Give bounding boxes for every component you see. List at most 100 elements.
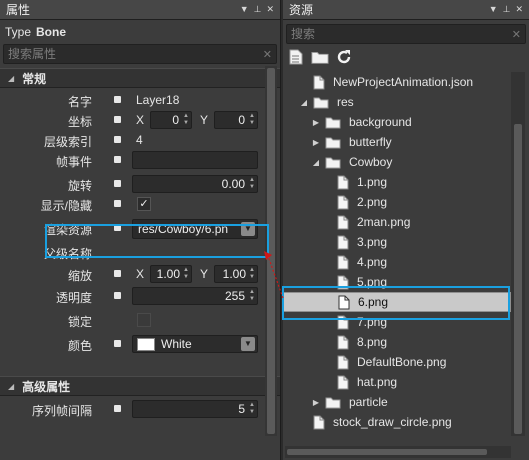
keyframe-icon[interactable] [114,116,121,123]
tree-folder-item[interactable]: ◢ Cowboy [283,152,511,172]
prop-frame-interval-label: 序列帧间隔 [31,404,92,418]
new-folder-icon[interactable] [311,48,329,66]
tree-file-item[interactable]: 2.png [283,192,511,212]
resources-search-input[interactable] [291,27,512,41]
chevron-down-icon[interactable]: ▼ [241,222,255,236]
collapsed-arrow-icon[interactable]: ▶ [311,398,321,407]
section-advanced-header[interactable]: ◢ 高级属性 [0,376,280,396]
visible-checkbox[interactable]: ✓ [137,197,151,211]
spinner-icon[interactable]: ▲ ▼ [183,267,189,281]
rotation-value: 0.00 [221,177,245,191]
keyframe-icon[interactable] [114,405,121,412]
keyframe-icon[interactable] [114,156,121,163]
chevron-down-icon[interactable]: ▼ [241,337,255,351]
spinner-icon[interactable]: ▲ ▼ [249,267,255,281]
tree-file-item[interactable]: DefaultBone.png [283,352,511,372]
dropdown-arrow-icon[interactable]: ▼ [489,4,498,15]
resources-scrollbar[interactable] [511,72,525,436]
collapsed-arrow-icon[interactable]: ▶ [311,118,321,127]
color-select[interactable]: White ▼ [132,335,258,353]
refresh-icon[interactable] [335,48,353,66]
position-y-field[interactable]: 0 ▲ ▼ [214,111,258,129]
tree-file-item[interactable]: 1.png [283,172,511,192]
tree-file-item[interactable]: 8.png [283,332,511,352]
expanded-arrow-icon[interactable]: ◢ [311,158,321,167]
properties-search[interactable]: ✕ [3,44,277,64]
prop-layer-index-value: 4 [136,133,143,147]
tree-file-item[interactable]: 7.png [283,312,511,332]
tree-file-item[interactable]: 2man.png [283,212,511,232]
keyframe-icon[interactable] [114,180,121,187]
collapse-arrow-icon[interactable]: ◢ [8,382,14,391]
expanded-arrow-icon[interactable]: ◢ [299,98,309,107]
tree-file-item[interactable]: NewProjectAnimation.json [283,72,511,92]
resources-scrollbar-thumb[interactable] [514,124,522,434]
spinner-icon[interactable]: ▲ ▼ [249,113,255,127]
rotation-field[interactable]: 0.00 ▲ ▼ [132,175,258,193]
clear-search-icon[interactable]: ✕ [263,48,272,61]
tree-item-label: Cowboy [349,155,393,169]
keyframe-icon[interactable] [114,224,121,231]
prop-render-resource: 渲染资源 res/Cowboy/6.pn ▼ [0,218,264,239]
properties-search-input[interactable] [8,47,263,61]
section-general-header[interactable]: ◢ 常规 [0,68,280,88]
spinner-icon[interactable]: ▲ ▼ [249,289,255,303]
type-row: Type Bone [0,20,280,44]
resources-hscrollbar-thumb[interactable] [287,449,487,455]
tree-file-item[interactable]: stock_draw_circle.png [283,412,511,432]
prop-position: 坐标 X 0 ▲ ▼ Y 0 ▲ ▼ [0,110,264,130]
pin-icon[interactable]: ⊥ [254,4,262,15]
frame-interval-field[interactable]: 5 ▲ ▼ [132,400,258,418]
scale-y-axis: Y [200,267,209,281]
collapsed-arrow-icon[interactable]: ▶ [311,138,321,147]
spinner-icon[interactable]: ▲ ▼ [183,113,189,127]
tree-file-item[interactable]: hat.png [283,372,511,392]
prop-lock-label: 锁定 [67,315,92,329]
tree-folder-item[interactable]: ▶ particle [283,392,511,412]
prop-parent-label: 父级名称 [43,247,92,261]
pin-icon[interactable]: ⊥ [503,4,511,15]
scale-y-field[interactable]: 1.00 ▲ ▼ [214,265,258,283]
position-x-field[interactable]: 0 ▲ ▼ [150,111,192,129]
tree-file-item[interactable]: 5.png [283,272,511,292]
dropdown-arrow-icon[interactable]: ▼ [240,4,249,15]
tree-item-label: 2man.png [357,215,411,229]
clear-search-icon[interactable]: ✕ [512,28,521,41]
prop-render-resource-label: 渲染资源 [43,223,92,237]
scale-x-field[interactable]: 1.00 ▲ ▼ [150,265,192,283]
keyframe-icon[interactable] [114,200,121,207]
file-icon [337,215,349,230]
tree-item-label: background [349,115,412,129]
tree-file-item[interactable]: 6.png [283,292,511,312]
resources-hscrollbar[interactable] [285,446,511,458]
tree-item-label: 3.png [357,235,388,249]
spinner-icon[interactable]: ▲ ▼ [249,402,255,416]
opacity-field[interactable]: 255 ▲ ▼ [132,287,258,305]
keyframe-icon[interactable] [114,136,121,143]
prop-rotation-label: 旋转 [67,179,92,193]
type-label: Type [5,25,32,39]
tree-file-item[interactable]: 3.png [283,232,511,252]
resources-search[interactable]: ✕ [286,24,526,44]
keyframe-icon[interactable] [114,340,121,347]
collapse-arrow-icon[interactable]: ◢ [8,74,14,83]
keyframe-icon[interactable] [114,270,121,277]
file-icon [337,275,349,290]
frame-event-input[interactable] [132,151,258,169]
close-icon[interactable]: ✕ [266,4,274,15]
spinner-icon[interactable]: ▲ ▼ [249,177,255,191]
color-value: White [161,337,192,351]
tree-folder-item[interactable]: ▶ background [283,112,511,132]
render-resource-select[interactable]: res/Cowboy/6.pn ▼ [132,219,258,239]
tree-file-item[interactable]: 4.png [283,252,511,272]
new-file-icon[interactable] [287,48,305,66]
file-icon [337,355,349,370]
keyframe-icon[interactable] [114,96,121,103]
tree-folder-item[interactable]: ▶ butterfly [283,132,511,152]
keyframe-icon[interactable] [114,292,121,299]
lock-checkbox[interactable] [137,313,151,327]
general-properties: 名字 Layer18 坐标 X 0 ▲ ▼ Y 0 ▲ ▼ 层级索引 4 帧事件… [0,88,280,376]
tree-item-label: 6.png [358,295,389,309]
tree-folder-item[interactable]: ◢ res [283,92,511,112]
close-icon[interactable]: ✕ [515,4,523,15]
